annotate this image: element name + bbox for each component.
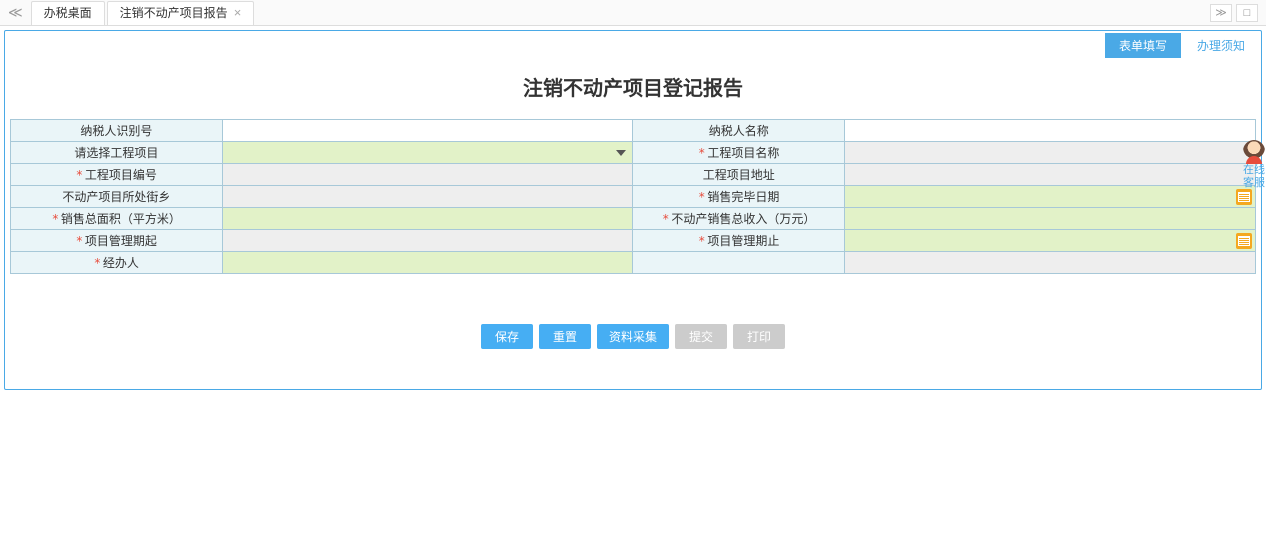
avatar-icon [1243,140,1265,162]
close-icon[interactable]: × [234,1,242,25]
label-project-addr: 工程项目地址 [633,164,845,186]
label-select-project: 请选择工程项目 [11,142,223,164]
label-taxpayer-id: 纳税人识别号 [11,120,223,142]
label-project-no: *工程项目编号 [11,164,223,186]
label-handler: *经办人 [11,252,223,274]
sale-done-date-input[interactable] [845,186,1256,208]
calendar-icon[interactable] [1236,233,1252,249]
label-mgmt-start: *项目管理期起 [11,230,223,252]
tab-desktop[interactable]: 办税桌面 [31,1,105,25]
form-table: 纳税人识别号 纳税人名称 请选择工程项目 *工程项目名称 *工程项目编号 工程项… [10,119,1256,274]
value-taxpayer-id [222,120,633,142]
online-service-widget[interactable]: 在线客服 [1242,140,1266,190]
form-panel: 表单填写 办理须知 注销不动产项目登记报告 纳税人识别号 纳税人名称 请选择工程… [4,30,1262,390]
label-sale-area: *销售总面积（平方米） [11,208,223,230]
value-project-name [845,142,1256,164]
value-empty [845,252,1256,274]
action-button-row: 保存 重置 资料采集 提交 打印 [5,324,1261,349]
label-township: 不动产项目所处街乡 [11,186,223,208]
tab-cancel-report[interactable]: 注销不动产项目报告 × [107,1,255,25]
form-title: 注销不动产项目登记报告 [5,58,1261,119]
sale-area-input[interactable] [222,208,633,230]
tabs-scroll-left-icon[interactable]: ≪ [0,4,31,21]
collect-button[interactable]: 资料采集 [597,324,669,349]
print-button: 打印 [733,324,785,349]
value-project-no [222,164,633,186]
label-empty [633,252,845,274]
submit-button: 提交 [675,324,727,349]
label-project-name: *工程项目名称 [633,142,845,164]
sale-revenue-input[interactable] [845,208,1256,230]
value-mgmt-start [222,230,633,252]
online-service-label: 在线客服 [1242,164,1266,190]
tab-process-notice[interactable]: 办理须知 [1183,33,1259,58]
maximize-icon[interactable]: □ [1236,4,1258,22]
label-mgmt-end: *项目管理期止 [633,230,845,252]
tabs-scroll-right-icon[interactable]: ≫ [1210,4,1232,22]
value-township [222,186,633,208]
tab-label: 注销不动产项目报告 [120,1,228,25]
tab-bar: ≪ 办税桌面 注销不动产项目报告 × ≫ □ [0,0,1266,26]
tab-label: 办税桌面 [44,1,92,25]
calendar-icon[interactable] [1236,189,1252,205]
project-select-dropdown[interactable] [222,142,633,164]
mgmt-end-date-input[interactable] [845,230,1256,252]
save-button[interactable]: 保存 [481,324,533,349]
tab-form-fill[interactable]: 表单填写 [1105,33,1181,58]
chevron-down-icon[interactable] [616,150,626,156]
value-project-addr [845,164,1256,186]
form-toolbar: 表单填写 办理须知 [5,31,1261,58]
value-taxpayer-name [845,120,1256,142]
label-sale-done: *销售完毕日期 [633,186,845,208]
handler-input[interactable] [222,252,633,274]
reset-button[interactable]: 重置 [539,324,591,349]
label-sale-revenue: *不动产销售总收入（万元） [633,208,845,230]
label-taxpayer-name: 纳税人名称 [633,120,845,142]
